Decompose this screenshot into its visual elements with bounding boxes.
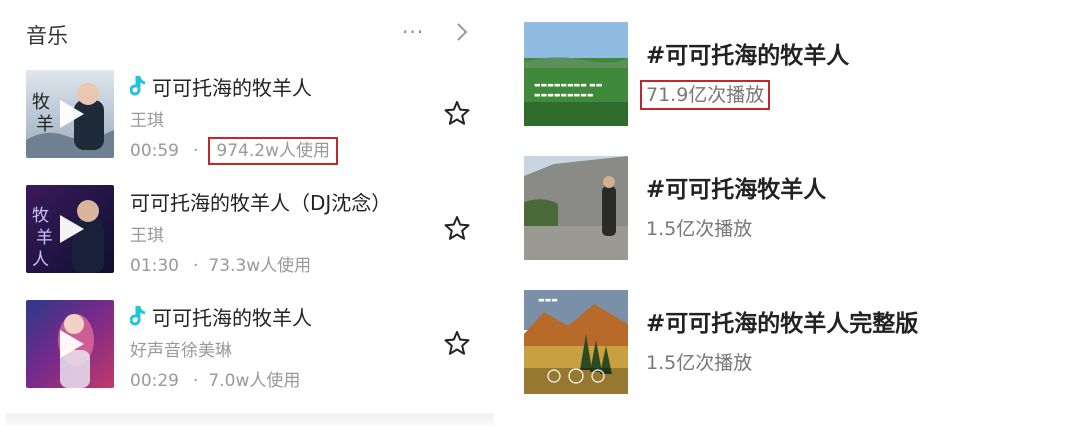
panel-divider [6, 413, 494, 426]
song-item[interactable]: 可可托海的牧羊人 好声音徐美琳 00:29 · 7.0w人使用 [26, 300, 486, 391]
play-icon [60, 215, 84, 243]
song-cover[interactable] [26, 300, 114, 388]
song-item[interactable]: 牧 羊 人 可可托海的牧羊人（DJ沈念） 王琪 01:30 · 73.3w人使用 [26, 185, 486, 276]
topic-thumbnail[interactable]: ▬▬▬ [524, 290, 628, 394]
song-meta: 00:29 · 7.0w人使用 [130, 366, 300, 391]
topic-item[interactable]: #可可托海牧羊人 1.5亿次播放 [524, 156, 1064, 260]
section-title: 音乐 [26, 24, 68, 48]
svg-text:羊: 羊 [36, 228, 53, 248]
song-cover[interactable]: 牧 羊 [26, 70, 114, 158]
separator-dot: · [193, 371, 199, 391]
song-usage-count: 73.3w人使用 [208, 256, 312, 276]
song-artist[interactable]: 好声音徐美琳 [130, 336, 232, 361]
svg-text:牧: 牧 [32, 92, 50, 113]
song-meta: 00:59 · 974.2w人使用 [130, 136, 338, 165]
music-note-icon [130, 305, 146, 325]
favorite-star-icon[interactable] [444, 330, 470, 356]
favorite-star-icon[interactable] [444, 215, 470, 241]
song-duration: 00:29 [130, 371, 179, 391]
thumbnail-tag: ▬▬▬ [538, 296, 558, 304]
topic-item[interactable]: ▬▬▬ #可可托海的牧羊人完整版 1.5亿次播放 [524, 290, 1064, 394]
svg-text:人: 人 [32, 250, 49, 270]
separator-dot: · [193, 256, 199, 276]
svg-text:牧: 牧 [32, 206, 49, 226]
topic-play-count: 1.5亿次播放 [646, 218, 753, 240]
topic-title: #可可托海牧羊人 [646, 177, 827, 203]
song-title: 可可托海的牧羊人 [152, 306, 312, 330]
separator-dot: · [193, 141, 199, 161]
music-panel: 音乐 ··· 牧 羊 可可托海的牧羊人 王琪 00:59 · 974.2w人使用… [6, 0, 494, 415]
favorite-star-icon[interactable] [444, 100, 470, 126]
song-meta: 01:30 · 73.3w人使用 [130, 251, 311, 276]
svg-text:羊: 羊 [36, 114, 54, 135]
song-artist[interactable]: 王琪 [130, 221, 164, 246]
song-duration: 01:30 [130, 256, 179, 276]
ellipsis-icon[interactable]: ··· [402, 22, 424, 42]
play-icon [60, 330, 84, 358]
song-cover[interactable]: 牧 羊 人 [26, 185, 114, 273]
topic-play-count: 71.9亿次播放 [640, 80, 771, 110]
music-note-icon [130, 75, 146, 95]
song-usage-count: 974.2w人使用 [208, 137, 338, 165]
chevron-right-icon[interactable] [452, 20, 472, 44]
topic-title: #可可托海的牧羊人完整版 [646, 311, 919, 337]
topic-play-count: 1.5亿次播放 [646, 352, 753, 374]
song-duration: 00:59 [130, 141, 179, 161]
song-usage-count: 7.0w人使用 [208, 371, 301, 391]
play-icon [60, 100, 84, 128]
song-title: 可可托海的牧羊人（DJ沈念） [130, 191, 392, 215]
song-title: 可可托海的牧羊人 [152, 76, 312, 100]
topic-thumbnail[interactable]: ▬▬▬▬▬▬▬▬ ▬▬ ▬▬▬▬▬▬▬▬▬ [524, 22, 628, 126]
song-item[interactable]: 牧 羊 可可托海的牧羊人 王琪 00:59 · 974.2w人使用 [26, 70, 486, 165]
thumbnail-caption: ▬▬▬▬▬▬▬▬ ▬▬ ▬▬▬▬▬▬▬▬▬ [534, 81, 603, 99]
topic-thumbnail[interactable] [524, 156, 628, 260]
song-artist[interactable]: 王琪 [130, 106, 164, 131]
topic-title: #可可托海的牧羊人 [646, 43, 850, 69]
topic-item[interactable]: ▬▬▬▬▬▬▬▬ ▬▬ ▬▬▬▬▬▬▬▬▬ #可可托海的牧羊人 71.9亿次播放 [524, 22, 1064, 126]
